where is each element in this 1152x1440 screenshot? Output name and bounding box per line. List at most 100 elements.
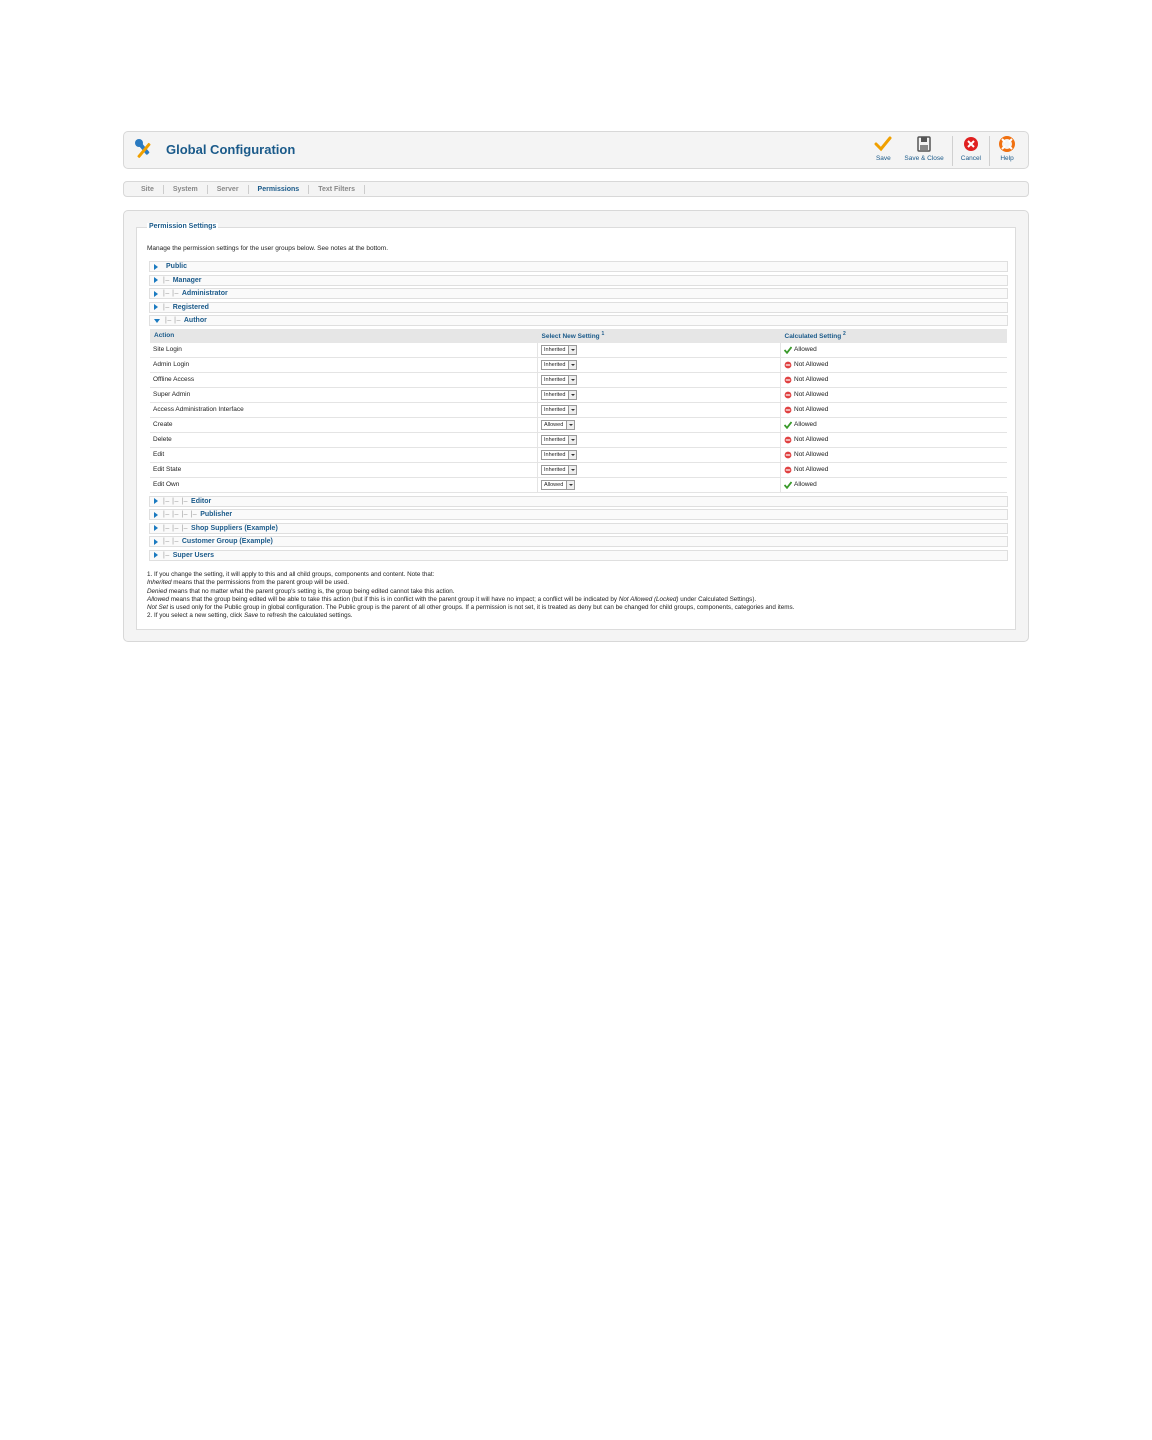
setting-select[interactable]: Allowed [541, 479, 576, 490]
help-lifebuoy-icon [999, 136, 1015, 152]
group-header[interactable]: |– |– Customer Group (Example) [149, 536, 1008, 547]
chevron-down-icon [566, 420, 575, 429]
group-name: Manager [172, 276, 202, 284]
calculated-text: Not Allowed [794, 466, 829, 473]
action-cell: Access Administration Interface [150, 402, 538, 418]
tools-icon [135, 139, 151, 158]
group-header[interactable]: Public [149, 261, 1008, 272]
calculated-cell: Not Allowed [780, 447, 1007, 463]
setting-select-value: Inherited [544, 466, 566, 473]
select-cell: Inherited [537, 432, 781, 448]
setting-select-value: Inherited [544, 346, 566, 353]
tab-site[interactable]: Site [132, 184, 164, 194]
column-header-action: Action [150, 328, 538, 343]
setting-select[interactable]: Inherited [541, 449, 578, 460]
group-header[interactable]: |– Registered [149, 301, 1008, 313]
select-cell: Allowed [537, 477, 781, 493]
setting-select[interactable]: Inherited [541, 374, 578, 385]
setting-select[interactable]: Inherited [541, 344, 578, 355]
group-header-author[interactable]: |– |– Author [149, 315, 1008, 326]
action-cell: Edit State [150, 462, 538, 478]
column-header-select: Select New Setting 1 [537, 328, 781, 343]
group-indent: |– |– |– [163, 497, 189, 505]
action-cell: Delete [150, 432, 538, 448]
table-row: Create Allowed Allowed [150, 417, 1007, 433]
allowed-check-icon [784, 480, 792, 489]
calculated-text: Not Allowed [794, 376, 829, 383]
chevron-down-icon [568, 360, 577, 369]
group-indent: |– [163, 276, 170, 284]
chevron-down-icon [568, 450, 577, 459]
tab-text-filters[interactable]: Text Filters [309, 184, 366, 194]
calculated-text: Not Allowed [794, 391, 829, 398]
user-groups: Public |– Manager |– |– Administrator |– Regis… [149, 261, 1008, 563]
expand-arrow-icon [154, 277, 158, 283]
permissions-table: Action Select New Setting 1 Calculated S… [150, 328, 1007, 493]
calculated-cell: Not Allowed [780, 402, 1007, 418]
group-header[interactable]: |– |– |– |– Publisher [149, 509, 1008, 520]
note-2: 2. If you select a new setting, click Sa… [147, 612, 353, 620]
calculated-setting: Not Allowed [784, 391, 1004, 399]
group-name: Public [166, 263, 188, 270]
calculated-text: Allowed [794, 481, 817, 488]
setting-select-value: Inherited [544, 376, 566, 383]
calculated-text: Allowed [794, 421, 817, 428]
action-cell: Site Login [150, 342, 538, 358]
group-header[interactable]: |– |– Administrator [149, 288, 1008, 299]
group-header[interactable]: |– Super Users [149, 549, 1008, 561]
setting-select[interactable]: Allowed [541, 419, 576, 430]
group-header[interactable]: |– |– |– Shop Suppliers (Example) [149, 522, 1008, 534]
calculated-cell: Not Allowed [780, 432, 1007, 448]
setting-select[interactable]: Inherited [541, 404, 578, 415]
expand-arrow-icon [154, 304, 158, 310]
not-allowed-icon [784, 361, 792, 368]
setting-select-value: Inherited [544, 361, 566, 368]
toolbar-divider [989, 136, 990, 166]
select-cell: Inherited [537, 447, 781, 463]
setting-select-value: Inherited [544, 391, 566, 398]
select-cell: Inherited [537, 372, 781, 388]
table-row: Admin Login Inherited Not Allowed [150, 357, 1007, 373]
cancel-button[interactable]: Cancel [955, 136, 987, 162]
group-name: Super Users [172, 551, 214, 559]
note-denied: Denied means that no matter what the par… [147, 587, 455, 595]
group-header[interactable]: |– Manager [149, 274, 1008, 286]
calculated-setting: Allowed [784, 345, 1004, 354]
group-indent: |– |– |– [163, 524, 189, 532]
calculated-cell: Allowed [780, 477, 1007, 493]
setting-select[interactable]: Inherited [541, 434, 578, 445]
group-indent: |– [163, 303, 170, 311]
select-cell: Inherited [537, 462, 781, 478]
calculated-setting: Allowed [784, 480, 1004, 489]
setting-select[interactable]: Inherited [541, 359, 578, 370]
table-row: Offline Access Inherited Not Allowed [150, 372, 1007, 388]
tab-server[interactable]: Server [208, 184, 249, 194]
calculated-text: Not Allowed [794, 406, 829, 413]
group-header[interactable]: |– |– |– Editor [149, 495, 1008, 507]
table-row: Site Login Inherited Allowed [150, 342, 1007, 358]
tab-permissions[interactable]: Permissions [249, 184, 310, 194]
calculated-cell: Not Allowed [780, 357, 1007, 373]
help-button[interactable]: Help [992, 136, 1022, 162]
group-indent: |– [163, 551, 170, 559]
expand-arrow-icon [154, 290, 158, 297]
calculated-setting: Not Allowed [784, 466, 1004, 474]
select-cell: Inherited [537, 357, 781, 373]
permission-settings-fieldset: Permission Settings Manage the permissio… [136, 223, 1016, 630]
chevron-down-icon [568, 375, 577, 384]
group-indent: |– |– [163, 290, 179, 297]
calculated-cell: Not Allowed [780, 462, 1007, 478]
fieldset-legend: Permission Settings [147, 223, 219, 230]
setting-select[interactable]: Inherited [541, 464, 578, 475]
group-name: Administrator [181, 290, 228, 297]
calculated-cell: Not Allowed [780, 372, 1007, 388]
setting-select[interactable]: Inherited [541, 389, 578, 400]
setting-select-value: Allowed [544, 481, 564, 488]
calculated-text: Not Allowed [794, 451, 829, 458]
action-cell: Edit Own [150, 477, 538, 493]
table-header-row: Action Select New Setting 1 Calculated S… [150, 328, 1007, 343]
tab-system[interactable]: System [164, 184, 208, 194]
save-close-button[interactable]: Save & Close [898, 136, 949, 162]
table-row: Access Administration Interface Inherited… [150, 402, 1007, 418]
save-button[interactable]: Save [868, 136, 898, 162]
